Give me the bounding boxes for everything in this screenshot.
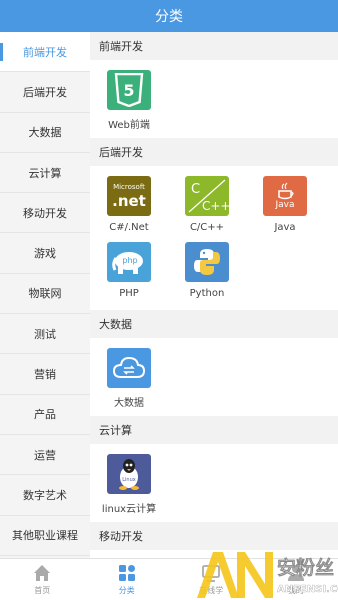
section-title-mobile: 移动开发: [90, 522, 338, 550]
course-tile-c-cpp[interactable]: C C++ C/C++: [168, 172, 246, 238]
cloud-sync-icon: [107, 348, 151, 388]
section-title-frontend: 前端开发: [90, 32, 338, 60]
tile-label: 大数据: [114, 398, 144, 409]
section-bigdata: 大数据: [90, 338, 338, 416]
course-tile-python[interactable]: Python: [168, 238, 246, 304]
bottom-nav: 首页 分类 在线学 我的: [0, 558, 338, 600]
course-tile-web-frontend[interactable]: 5 Web前端: [90, 66, 168, 132]
tab-home[interactable]: 首页: [0, 559, 85, 600]
sidebar-item-marketing[interactable]: 营销: [0, 354, 90, 395]
tab-label: 我的: [287, 586, 304, 595]
tab-profile[interactable]: 我的: [254, 559, 338, 600]
sidebar-item-digital-art[interactable]: 数字艺术: [0, 475, 90, 516]
page-title: 分类: [155, 9, 183, 25]
sidebar-item-other-courses[interactable]: 其他职业课程: [0, 515, 90, 556]
section-frontend: 5 Web前端: [90, 60, 338, 138]
tab-online-study[interactable]: 在线学: [169, 559, 254, 600]
course-tile-bigdata[interactable]: 大数据: [90, 344, 168, 410]
section-title-bigdata: 大数据: [90, 310, 338, 338]
sidebar-item-frontend[interactable]: 前端开发: [0, 32, 90, 73]
sidebar-item-operations[interactable]: 运营: [0, 434, 90, 476]
tile-label: Python: [189, 288, 225, 299]
java-icon: Java: [263, 176, 307, 216]
section-title-backend: 后端开发: [90, 138, 338, 166]
tile-label: linux云计算: [101, 504, 157, 515]
php-elephant-icon: php: [107, 242, 151, 282]
tile-label: Java: [274, 222, 296, 233]
sidebar-item-testing[interactable]: 测试: [0, 314, 90, 355]
tab-label: 在线学: [199, 586, 224, 595]
section-backend: Microsoft .net C#/.Net C C++ C/C++ Java …: [90, 166, 338, 310]
course-tile-csharp-dotnet[interactable]: Microsoft .net C#/.Net: [90, 172, 168, 238]
svg-text:C++: C++: [202, 199, 229, 213]
python-icon: [185, 242, 229, 282]
sidebar-item-mobile[interactable]: 移动开发: [0, 193, 90, 234]
tab-label: 首页: [34, 586, 51, 595]
app-header: 分类: [0, 0, 338, 32]
dotnet-icon: Microsoft .net: [107, 176, 151, 216]
svg-text:Linux: Linux: [122, 477, 136, 483]
linux-penguin-icon: Linux: [107, 454, 151, 494]
online-study-icon: [202, 565, 221, 582]
tile-label: Web前端: [108, 120, 150, 131]
course-tile-php[interactable]: php PHP: [90, 238, 168, 304]
sidebar-item-iot[interactable]: 物联网: [0, 273, 90, 315]
tile-label: PHP: [119, 288, 139, 299]
tab-category[interactable]: 分类: [85, 559, 170, 600]
profile-icon: [287, 565, 304, 581]
section-title-cloud: 云计算: [90, 416, 338, 444]
tile-label: C/C++: [189, 222, 225, 233]
html5-icon: 5: [107, 70, 151, 110]
sidebar-item-cloud[interactable]: 云计算: [0, 152, 90, 194]
svg-text:5: 5: [123, 81, 134, 100]
sidebar-item-backend[interactable]: 后端开发: [0, 72, 90, 113]
svg-text:C: C: [191, 182, 200, 197]
sidebar-item-product[interactable]: 产品: [0, 394, 90, 435]
svg-text:php: php: [122, 256, 137, 265]
section-cloud: Linux linux云计算: [90, 444, 338, 522]
tab-label: 分类: [118, 586, 135, 595]
home-icon: [34, 565, 51, 581]
course-tile-linux-cloud[interactable]: Linux linux云计算: [90, 450, 168, 516]
sidebar-item-games[interactable]: 游戏: [0, 233, 90, 274]
tile-label: C#/.Net: [109, 222, 149, 233]
course-tile-java[interactable]: Java Java: [246, 172, 324, 238]
cpp-icon: C C++: [185, 176, 229, 216]
category-icon: [118, 565, 135, 581]
sidebar-item-bigdata[interactable]: 大数据: [0, 112, 90, 153]
section-mobile: [90, 550, 338, 558]
category-sidebar: 前端开发 后端开发 大数据 云计算 移动开发 游戏 物联网 测试 营销 产品 运…: [0, 32, 90, 558]
category-content: 前端开发 5 Web前端 后端开发 Microsoft .net C#/.Net: [90, 32, 338, 558]
